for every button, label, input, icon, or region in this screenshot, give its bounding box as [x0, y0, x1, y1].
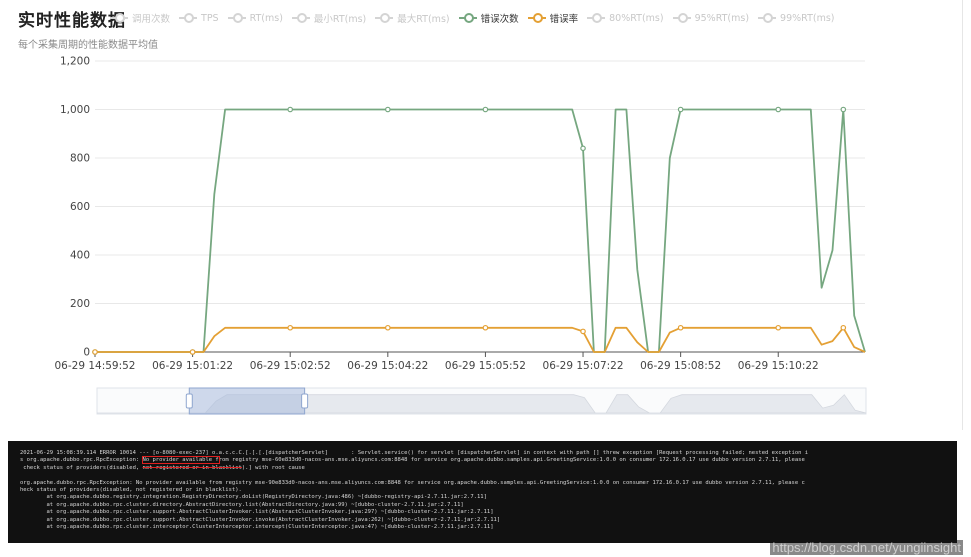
log-line: check status of providers(disabled, not … — [20, 464, 305, 471]
log-line: org.apache.dubbo.rpc.RpcException: No pr… — [20, 479, 805, 486]
x-tick-label: 06-29 15:08:52 — [640, 360, 721, 372]
zoom-handle-right[interactable] — [301, 393, 309, 409]
data-point — [385, 324, 391, 331]
zoom-handle-left[interactable] — [185, 393, 193, 409]
data-point — [775, 324, 782, 331]
y-tick-label: 0 — [83, 347, 90, 359]
data-point — [189, 349, 196, 355]
y-tick-label: 600 — [70, 201, 90, 213]
data-point — [385, 106, 391, 113]
x-tick-label: 06-29 15:04:22 — [347, 360, 428, 372]
x-tick-label: 06-29 15:05:52 — [445, 360, 526, 372]
y-tick-label: 800 — [70, 153, 90, 165]
log-line: at org.apache.dubbo.rpc.cluster.support.… — [20, 509, 494, 516]
series-line-0 — [95, 108, 866, 353]
data-point — [840, 106, 847, 113]
x-tick-label: 06-29 14:59:52 — [54, 360, 135, 372]
log-line: heck status of providers(disabled, not r… — [20, 487, 242, 494]
watermark: https://blog.csdn.net/yungiinsight — [770, 540, 963, 555]
y-tick-label: 200 — [70, 298, 90, 310]
y-tick-label: 1,000 — [60, 104, 90, 116]
x-tick-label: 06-29 15:01:22 — [152, 360, 233, 372]
data-point — [677, 324, 684, 331]
log-line: at org.apache.dubbo.rpc.cluster.director… — [20, 501, 464, 508]
log-line: at org.apache.dubbo.rpc.cluster.support.… — [20, 516, 501, 523]
data-point — [840, 324, 847, 331]
log-line: 2021-06-29 15:08:39.114 ERROR 10014 --- … — [20, 450, 809, 456]
log-line: s org.apache.dubbo.rpc.RpcException: No … — [20, 456, 805, 465]
y-tick-label: 400 — [70, 250, 90, 262]
x-tick-label: 06-29 15:02:52 — [250, 360, 331, 372]
performance-chart: 0 200 400 600 800 1,000 1,200 06-29 14:59:52 06-… — [54, 56, 867, 415]
data-point — [287, 106, 294, 113]
data-point — [482, 324, 489, 331]
data-point — [677, 106, 684, 113]
data-point — [580, 145, 586, 152]
y-tick-label: 1,200 — [60, 56, 90, 68]
data-point — [775, 106, 782, 113]
log-line: at org.apache.dubbo.registry.integration… — [20, 494, 487, 501]
data-point — [482, 106, 489, 113]
x-tick-label: 06-29 15:07:22 — [543, 360, 624, 372]
error-log-console: 2021-06-29 15:08:39.114 ERROR 10014 --- … — [8, 441, 957, 543]
data-point — [92, 349, 98, 355]
zoom-window[interactable] — [188, 387, 306, 415]
log-text: 2021-06-29 15:08:39.114 ERROR 10014 --- … — [8, 441, 957, 531]
series-line-1 — [95, 326, 866, 353]
x-tick-label: 06-29 15:10:22 — [738, 360, 819, 372]
data-point — [580, 328, 586, 335]
performance-panel: 实时性能数据 每个采集周期的性能数据平均值 调用次数 TPS RT(ms) 最小RT(… — [0, 0, 963, 430]
data-point — [287, 324, 294, 331]
log-line: at org.apache.dubbo.rpc.cluster.intercep… — [20, 524, 494, 531]
